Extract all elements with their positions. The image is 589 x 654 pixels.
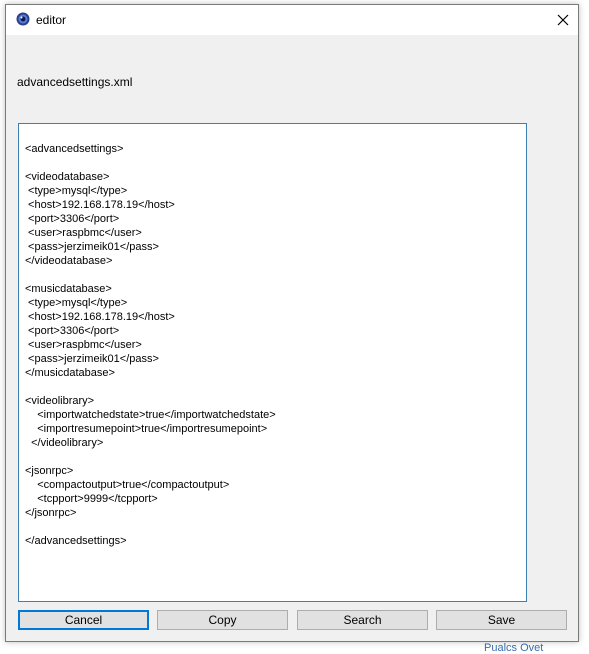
window-title: editor [36, 13, 67, 27]
xml-editor-textarea[interactable]: <advancedsettings> <videodatabase> <type… [18, 123, 527, 602]
close-button[interactable] [548, 5, 578, 35]
close-icon [557, 14, 569, 26]
editor-dialog: editor advancedsettings.xml <advancedset… [5, 4, 579, 642]
app-icon [16, 12, 30, 26]
title-bar: editor [6, 5, 578, 35]
search-button[interactable]: Search [297, 610, 428, 630]
cancel-button[interactable]: Cancel [18, 610, 149, 630]
file-name-label: advancedsettings.xml [17, 75, 133, 89]
save-button[interactable]: Save [436, 610, 567, 630]
background-fragment: Pualcs Ovet [484, 642, 544, 654]
copy-button[interactable]: Copy [157, 610, 288, 630]
